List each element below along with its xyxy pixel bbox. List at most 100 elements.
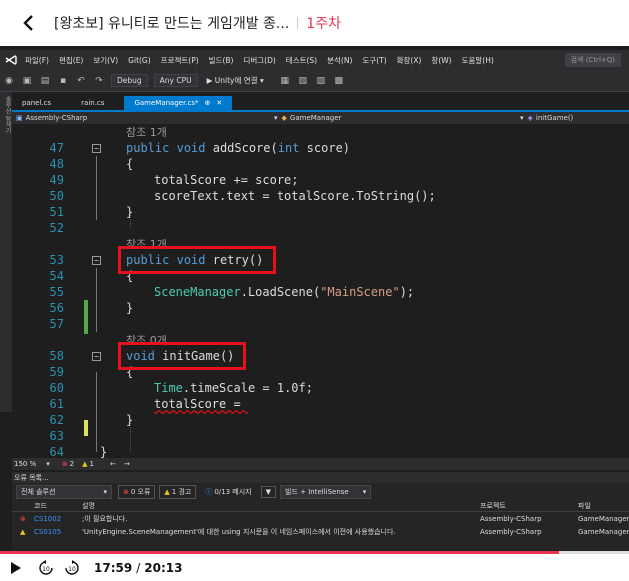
column-description[interactable]: 설명 [82, 501, 95, 511]
errors-filter-label: 0 오류 [130, 488, 151, 496]
chevron-down-icon: ▾ [103, 488, 107, 496]
toolbar-tool-icon[interactable]: ▩ [332, 74, 346, 88]
play-button[interactable] [10, 561, 22, 575]
open-folder-icon[interactable]: ▤ [38, 74, 52, 88]
member-name: initGame() [535, 114, 574, 122]
tab-label: panel.cs [22, 99, 52, 107]
warnings-filter-label: 1 경고 [171, 488, 192, 496]
member-dropdown[interactable]: ▾ ◈ initGame() [520, 112, 573, 124]
controls-row: 10 10 17:59 / 20:13 [0, 554, 629, 581]
class-dropdown[interactable]: ▾ ◆ GameManager [274, 112, 341, 124]
scope-select[interactable]: 전체 솔루션 ▾ [16, 485, 112, 499]
errors-filter-button[interactable]: ⊗ 0 오류 [117, 485, 156, 499]
code-line: 52 [12, 220, 629, 237]
tab-gamemanager-cs[interactable]: GameManager.cs* ⊕ ✕ [124, 96, 233, 110]
code-line: 60 Time.timeScale = 1.0f; [12, 380, 629, 397]
menu-project[interactable]: 프로젝트(P) [156, 55, 204, 66]
code-lens[interactable]: 참조 1개 [12, 236, 629, 253]
filter-button[interactable]: ▼ [260, 486, 276, 498]
collapse-icon[interactable]: − [92, 255, 101, 265]
line-number: 57 [49, 317, 64, 332]
pin-icon[interactable]: ⊕ [205, 99, 211, 107]
total-time: 20:13 [144, 560, 183, 575]
code-line: 47 − public void addScore(int score) [12, 140, 629, 157]
toolbar-tool-icon[interactable]: ▨ [314, 74, 328, 88]
table-row[interactable]: ⊗ CS1002 ;이 필요합니다. Assembly-CSharp GameM… [12, 512, 629, 525]
menu-file[interactable]: 파일(F) [20, 55, 54, 66]
line-number: 58 [49, 349, 64, 364]
error-count[interactable]: 2 [70, 460, 74, 468]
project-dropdown[interactable]: ▣ Assembly-CSharp [16, 112, 87, 124]
platform-select[interactable]: Any CPU [153, 74, 198, 87]
play-icon [11, 561, 21, 574]
warning-count[interactable]: 1 [90, 460, 94, 468]
code-lens[interactable]: 참조 1개 [12, 124, 629, 141]
code-editor[interactable]: 참조 1개 47 − public void addScore(int scor… [12, 124, 629, 459]
error-file: GameManager [578, 527, 629, 536]
line-number: 49 [49, 173, 64, 188]
column-code[interactable]: 코드 [34, 501, 47, 511]
table-row[interactable]: ▲ CS0105 'UnityEngine.SceneManagement'에 … [12, 525, 629, 538]
tab-rain-cs[interactable]: rain.cs [71, 96, 114, 110]
forward-10-button[interactable]: 10 [64, 559, 80, 576]
app-header: [왕초보] 유니티로 만드는 게임개발 종... 1주차 [0, 0, 629, 46]
zoom-level[interactable]: 150 % [14, 460, 36, 468]
code-text: public void addScore(int score) [126, 141, 351, 156]
rewind-10-button[interactable]: 10 [38, 559, 54, 576]
code-lens[interactable]: 참조 0개 [12, 332, 629, 349]
rewind-10-icon: 10 [39, 559, 53, 575]
collapse-icon[interactable]: − [92, 351, 101, 361]
menu-debug[interactable]: 디버그(D) [238, 55, 280, 66]
menu-git[interactable]: Git(G) [123, 56, 156, 65]
solution-explorer-strip[interactable]: 솔루션 탐색기 [0, 92, 12, 412]
collapse-icon[interactable]: − [92, 143, 101, 153]
messages-filter-label: 0/13 메시지 [214, 488, 252, 496]
save-icon[interactable]: ▪ [56, 74, 70, 88]
menu-analyze[interactable]: 분석(N) [322, 55, 357, 66]
code-line: 51 } [12, 204, 629, 221]
column-project[interactable]: 프로젝트 [480, 501, 506, 511]
toolbar-tool-icon[interactable]: ▧ [296, 74, 310, 88]
back-button[interactable] [8, 0, 48, 46]
error-list-header: 코드 설명 프로젝트 파일 [12, 501, 629, 512]
video-frame[interactable]: 파일(F) 편집(E) 보기(V) Git(G) 프로젝트(P) 빌드(B) 디… [0, 46, 629, 551]
menu-tools[interactable]: 도구(T) [357, 55, 391, 66]
error-list-panel: 오류 목록... 전체 솔루션 ▾ ⊗ 0 오류 ▲ 1 경고 ⓘ 0/13 메… [12, 472, 629, 551]
info-icon: ⓘ [205, 488, 213, 496]
back-nav-icon[interactable]: ◉ [2, 74, 16, 88]
menu-edit[interactable]: 편집(E) [54, 55, 88, 66]
config-select[interactable]: Debug [111, 74, 148, 87]
menu-view[interactable]: 보기(V) [88, 55, 123, 66]
messages-filter-button[interactable]: ⓘ 0/13 메시지 [200, 485, 256, 499]
redo-icon[interactable]: ↷ [92, 74, 106, 88]
visual-studio-logo-icon [2, 55, 20, 65]
menu-test[interactable]: 테스트(S) [281, 55, 322, 66]
arrow-left-icon[interactable]: ← [110, 460, 116, 468]
warnings-filter-button[interactable]: ▲ 1 경고 [159, 485, 197, 499]
undo-icon[interactable]: ↶ [74, 74, 88, 88]
build-intellisense-select[interactable]: 빌드 + IntelliSense ▾ [280, 485, 372, 499]
close-icon[interactable]: ✕ [216, 99, 222, 107]
error-code[interactable]: CS0105 [34, 528, 61, 536]
method-icon: ◈ [527, 114, 533, 122]
line-number: 50 [49, 189, 64, 204]
column-file[interactable]: 파일 [578, 501, 591, 511]
video-player-controls: 10 10 17:59 / 20:13 [0, 551, 629, 581]
menu-window[interactable]: 창(W) [426, 55, 456, 66]
search-input[interactable]: 검색 (Ctrl+Q) [564, 53, 621, 67]
arrow-right-icon[interactable]: → [124, 460, 130, 468]
tab-panel-cs[interactable]: panel.cs [12, 96, 61, 110]
code-text: totalScore = [154, 397, 248, 412]
menu-build[interactable]: 빌드(B) [204, 55, 239, 66]
error-code[interactable]: CS1002 [34, 515, 61, 523]
line-number: 59 [49, 365, 64, 380]
attach-unity-button[interactable]: ▶ Unity에 연결 ▾ [207, 75, 264, 86]
code-text: Time.timeScale = 1.0f; [154, 381, 313, 396]
chevron-down-icon[interactable]: ▾ [46, 460, 50, 468]
week-label[interactable]: 1주차 [306, 13, 341, 33]
new-item-icon[interactable]: ▣ [20, 74, 34, 88]
menu-help[interactable]: 도움말(H) [457, 55, 499, 66]
warning-icon: ▲ [82, 460, 88, 468]
menu-extensions[interactable]: 확장(X) [392, 55, 427, 66]
toolbar-tool-icon[interactable]: ▦ [278, 74, 292, 88]
